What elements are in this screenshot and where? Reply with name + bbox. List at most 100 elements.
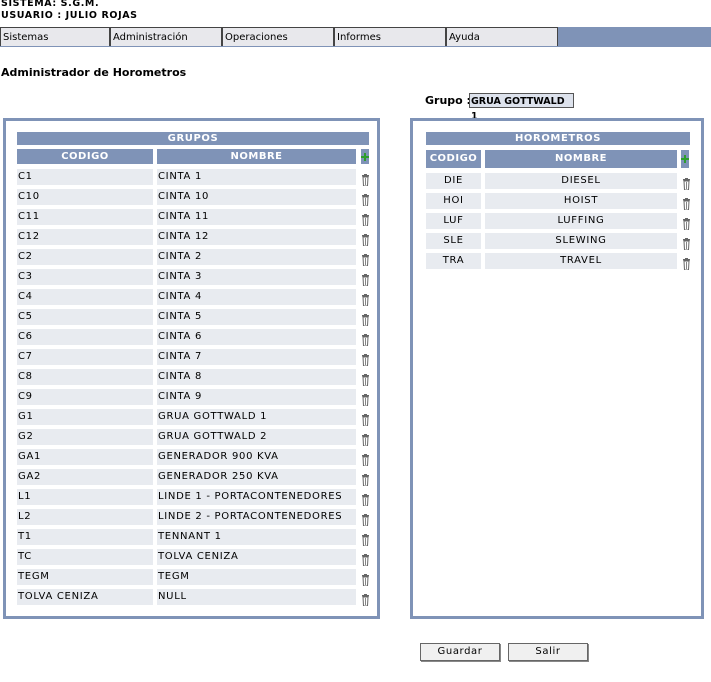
- grupo-nombre-cell: LINDE 2 - PORTACONTENEDORES: [157, 509, 356, 525]
- trash-icon[interactable]: [362, 231, 369, 247]
- horometro-codigo-cell: HOI: [426, 193, 481, 209]
- add-horometro-icon[interactable]: [681, 150, 689, 168]
- trash-icon[interactable]: [683, 195, 690, 211]
- trash-icon[interactable]: [362, 591, 369, 607]
- grupo-codigo-cell: L1: [17, 489, 153, 505]
- trash-icon[interactable]: [362, 171, 369, 187]
- trash-icon[interactable]: [362, 471, 369, 487]
- trash-icon[interactable]: [683, 175, 690, 191]
- trash-icon[interactable]: [362, 431, 369, 447]
- menu-ayuda[interactable]: Ayuda: [446, 27, 558, 46]
- horometros-caption: HOROMETROS: [426, 132, 690, 145]
- trash-icon[interactable]: [362, 391, 369, 407]
- horometro-nombre-cell: DIESEL: [485, 173, 677, 189]
- grupo-nombre-cell: CINTA 1: [157, 169, 356, 185]
- grupo-nombre-cell: CINTA 11: [157, 209, 356, 225]
- grupo-nombre-cell: TENNANT 1: [157, 529, 356, 545]
- trash-icon[interactable]: [362, 491, 369, 507]
- grupo-codigo-cell: C5: [17, 309, 153, 325]
- grupos-col-codigo: CODIGO: [17, 149, 153, 164]
- grupo-codigo-cell: C9: [17, 389, 153, 405]
- trash-icon[interactable]: [362, 271, 369, 287]
- horometro-codigo-cell: TRA: [426, 253, 481, 269]
- trash-icon[interactable]: [683, 255, 690, 271]
- menu-informes[interactable]: Informes: [334, 27, 446, 46]
- grupo-nombre-cell: GRUA GOTTWALD 1: [157, 409, 356, 425]
- add-grupo-icon[interactable]: [361, 149, 369, 164]
- grupo-nombre-cell: CINTA 9: [157, 389, 356, 405]
- horometro-codigo-cell: LUF: [426, 213, 481, 229]
- grupo-codigo-cell: C7: [17, 349, 153, 365]
- trash-icon[interactable]: [362, 251, 369, 267]
- grupo-nombre-cell: CINTA 5: [157, 309, 356, 325]
- grupo-nombre-cell: CINTA 6: [157, 329, 356, 345]
- trash-icon[interactable]: [362, 291, 369, 307]
- guardar-button[interactable]: Guardar: [420, 643, 500, 661]
- horometros-col-codigo: CODIGO: [426, 150, 481, 168]
- trash-icon[interactable]: [362, 191, 369, 207]
- trash-icon[interactable]: [362, 531, 369, 547]
- menu-sistemas[interactable]: Sistemas: [0, 27, 110, 46]
- trash-icon[interactable]: [362, 451, 369, 467]
- grupo-nombre-cell: TOLVA CENIZA: [157, 549, 356, 565]
- grupo-codigo-cell: C6: [17, 329, 153, 345]
- horometro-codigo-cell: DIE: [426, 173, 481, 189]
- trash-icon[interactable]: [362, 331, 369, 347]
- horometro-nombre-cell: SLEWING: [485, 233, 677, 249]
- menu-administracion[interactable]: Administración: [110, 27, 222, 46]
- user-label: USUARIO : JULIO ROJAS: [1, 10, 138, 21]
- grupo-codigo-cell: C2: [17, 249, 153, 265]
- page-title: Administrador de Horometros: [1, 66, 187, 79]
- grupo-nombre-cell: CINTA 10: [157, 189, 356, 205]
- grupo-nombre-cell: GENERADOR 900 KVA: [157, 449, 356, 465]
- trash-icon[interactable]: [362, 411, 369, 427]
- grupo-codigo-cell: C3: [17, 269, 153, 285]
- menu-bar: Sistemas Administración Operaciones Info…: [0, 27, 711, 47]
- grupos-caption: GRUPOS: [17, 132, 369, 145]
- grupo-codigo-cell: C8: [17, 369, 153, 385]
- grupo-nombre-cell: CINTA 7: [157, 349, 356, 365]
- trash-icon[interactable]: [362, 511, 369, 527]
- grupo-codigo-cell: TEGM: [17, 569, 153, 585]
- grupo-codigo-cell: L2: [17, 509, 153, 525]
- system-label: SISTEMA: S.G.M.: [1, 0, 100, 9]
- grupo-label: Grupo :: [425, 94, 471, 107]
- grupo-codigo-cell: C10: [17, 189, 153, 205]
- horometros-col-nombre: NOMBRE: [485, 150, 677, 168]
- salir-button[interactable]: Salir: [508, 643, 588, 661]
- trash-icon[interactable]: [362, 211, 369, 227]
- grupo-codigo-cell: TC: [17, 549, 153, 565]
- menu-operaciones[interactable]: Operaciones: [222, 27, 334, 46]
- horometro-codigo-cell: SLE: [426, 233, 481, 249]
- grupo-codigo-cell: C11: [17, 209, 153, 225]
- trash-icon[interactable]: [683, 235, 690, 251]
- horometro-nombre-cell: HOIST: [485, 193, 677, 209]
- trash-icon[interactable]: [362, 311, 369, 327]
- grupo-nombre-cell: GENERADOR 250 KVA: [157, 469, 356, 485]
- grupo-nombre-cell: NULL: [157, 589, 356, 605]
- grupo-codigo-cell: TOLVA CENIZA: [17, 589, 153, 605]
- trash-icon[interactable]: [362, 571, 369, 587]
- grupo-codigo-cell: GA1: [17, 449, 153, 465]
- horometro-nombre-cell: TRAVEL: [485, 253, 677, 269]
- grupo-value-field[interactable]: GRUA GOTTWALD 1: [469, 93, 574, 122]
- grupo-codigo-cell: G2: [17, 429, 153, 445]
- grupo-nombre-cell: CINTA 12: [157, 229, 356, 245]
- grupo-codigo-cell: G1: [17, 409, 153, 425]
- trash-icon[interactable]: [362, 371, 369, 387]
- grupo-codigo-cell: T1: [17, 529, 153, 545]
- grupo-nombre-cell: CINTA 2: [157, 249, 356, 265]
- grupo-codigo-cell: C1: [17, 169, 153, 185]
- grupo-codigo-cell: GA2: [17, 469, 153, 485]
- trash-icon[interactable]: [362, 351, 369, 367]
- grupo-codigo-cell: C4: [17, 289, 153, 305]
- horometro-nombre-cell: LUFFING: [485, 213, 677, 229]
- grupo-nombre-cell: GRUA GOTTWALD 2: [157, 429, 356, 445]
- grupo-nombre-cell: TEGM: [157, 569, 356, 585]
- grupos-col-nombre: NOMBRE: [157, 149, 356, 164]
- trash-icon[interactable]: [362, 551, 369, 567]
- grupo-nombre-cell: LINDE 1 - PORTACONTENEDORES: [157, 489, 356, 505]
- trash-icon[interactable]: [683, 215, 690, 231]
- grupo-nombre-cell: CINTA 4: [157, 289, 356, 305]
- grupo-nombre-cell: CINTA 3: [157, 269, 356, 285]
